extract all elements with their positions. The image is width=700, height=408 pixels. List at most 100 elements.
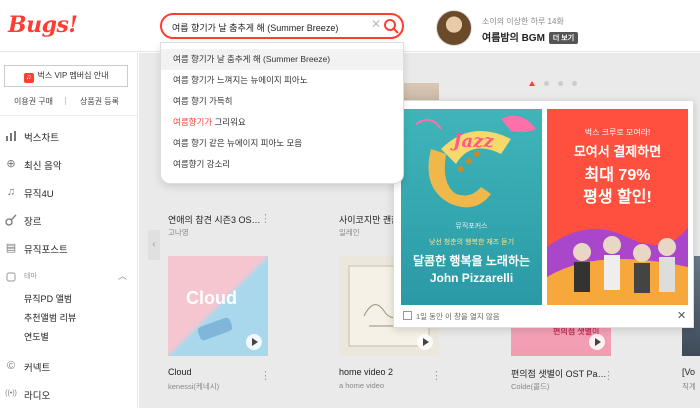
jazz-line3: John Pizzarelli bbox=[429, 271, 514, 285]
album-title[interactable]: [Vo bbox=[682, 367, 700, 377]
sidebar-item-chart[interactable]: 벅스차트 bbox=[0, 127, 137, 147]
search-icon[interactable] bbox=[383, 18, 399, 34]
clear-icon[interactable]: ✕ bbox=[371, 17, 381, 31]
suggestion-item[interactable]: 여름 향기가 느껴지는 뉴에이지 피아노 bbox=[161, 70, 403, 91]
theme-label: 테마 bbox=[24, 273, 37, 280]
prev-arrow-button[interactable]: ‹ bbox=[148, 230, 160, 260]
album-art[interactable]: Cloud bbox=[168, 256, 268, 356]
music-note-icon: ♫ bbox=[6, 186, 16, 198]
buy-pass-link[interactable]: 이용권 구매 bbox=[14, 96, 53, 107]
sidebar-item-label: 벅스차트 bbox=[24, 133, 59, 144]
sidebar-item-connect[interactable]: © 커넥트 bbox=[0, 357, 137, 377]
search-suggestions: 여름 향기가 날 춤추게 해 (Summer Breeze) 여름 향기가 느껴지… bbox=[160, 42, 404, 184]
sidebar-item-label: 라디오 bbox=[24, 391, 51, 402]
play-button[interactable] bbox=[246, 334, 262, 350]
album-title[interactable]: home video 2 bbox=[339, 367, 439, 377]
more-badge[interactable]: 더 보기 bbox=[548, 32, 579, 44]
saxophone-illustration bbox=[415, 115, 536, 208]
sidebar: ♫ 벅스 VIP 멤버십 안내 이용권 구매 상품권 등록 벅스차트 ⊕ 최신 음… bbox=[0, 53, 138, 408]
suggestion-item[interactable]: 여름 향기가 날 춤추게 해 (Summer Breeze) bbox=[161, 49, 403, 70]
suggestion-text: 여름향기 강소리 bbox=[173, 159, 231, 169]
jazz-promo-banner[interactable]: Jazz 뮤직포커스 낮선 청춘의 행복한 재즈 듣기 달콤한 행복을 노래하는… bbox=[401, 109, 542, 305]
sidebar-item-album-review[interactable]: 추천앨범 리뷰 bbox=[24, 311, 76, 324]
suggestion-text: 여름 향기 같은 뉴에이지 피아노 모음 bbox=[173, 138, 303, 148]
album-artist[interactable]: 고나영 bbox=[168, 227, 268, 238]
suggestion-item[interactable]: 여름 향기 같은 뉴에이지 피아노 모음 bbox=[161, 133, 403, 154]
sidebar-item-genre[interactable]: 장르 bbox=[0, 211, 137, 231]
play-button[interactable] bbox=[589, 334, 605, 350]
vip-line0: 벅스 크루로 모여라! bbox=[584, 128, 651, 137]
album-artist[interactable]: a home video bbox=[339, 381, 439, 390]
dont-show-today[interactable]: 1일 동안 이 창을 열지 않음 bbox=[403, 311, 500, 322]
suggestion-text: 여름 향기 가득히 bbox=[173, 96, 233, 106]
album-art-shape bbox=[196, 316, 234, 342]
carousel-dot[interactable] bbox=[544, 81, 549, 86]
album-title[interactable]: 연애의 참견 시즌3 OS… bbox=[168, 213, 268, 226]
more-options-icon[interactable]: ⋮ bbox=[431, 371, 442, 382]
sidebar-item-by-year[interactable]: 연도별 bbox=[24, 330, 49, 343]
avatar[interactable] bbox=[436, 10, 472, 46]
dont-show-label: 1일 동안 이 창을 열지 않음 bbox=[416, 312, 500, 321]
play-button[interactable] bbox=[417, 334, 433, 350]
plus-circle-icon: ⊕ bbox=[6, 158, 16, 170]
sidebar-item-music-post[interactable]: ▤ 뮤직포스트 bbox=[0, 239, 137, 259]
sidebar-item-label: 장르 bbox=[24, 217, 42, 228]
sidebar-item-label: 뮤직포스트 bbox=[24, 245, 68, 256]
playlist-subtitle: 소이의 이상한 하루 14화 bbox=[482, 17, 564, 26]
vip-line2: 최대 79% bbox=[584, 167, 651, 184]
vip-icon: ♫ bbox=[23, 73, 34, 83]
vip-promo-banner[interactable]: 벅스 크루로 모여라! 모여서 결제하면 최대 79% 평생 할인! bbox=[547, 109, 688, 305]
guitar-icon bbox=[5, 214, 17, 226]
sidebar-theme-section[interactable]: 테마 ︿ bbox=[0, 268, 137, 288]
sidebar-item-label: 최신 음악 bbox=[24, 161, 62, 172]
close-icon[interactable]: ✕ bbox=[677, 309, 686, 322]
sidebar-item-radio[interactable]: ((•)) 라디오 bbox=[0, 385, 137, 405]
jazz-line2: 달콤한 행복을 노래하는 bbox=[412, 254, 531, 268]
album-artist[interactable]: Colde(콜드) bbox=[511, 381, 611, 392]
more-options-icon[interactable]: ⋮ bbox=[260, 214, 271, 225]
suggestion-item[interactable]: 여름향기가 그리워요 bbox=[161, 112, 403, 133]
bugs-logo[interactable]: Bugs! bbox=[8, 12, 78, 38]
playlist-title[interactable]: 여름밤의 BGM 더 보기 bbox=[482, 29, 579, 44]
suggestion-text: 여름 향기가 날 춤추게 해 (Summer Breeze) bbox=[173, 54, 331, 64]
bar-chart-icon bbox=[5, 130, 17, 142]
carousel-dot[interactable] bbox=[558, 81, 563, 86]
sidebar-item-musicpd-album[interactable]: 뮤직PD 앨범 bbox=[24, 292, 72, 305]
connect-icon: © bbox=[6, 360, 16, 372]
album-artist[interactable]: 직계 bbox=[682, 381, 700, 392]
sidebar-item-label: 커넥트 bbox=[24, 363, 51, 374]
dont-show-checkbox[interactable] bbox=[403, 311, 412, 320]
sidebar-item-label: 뮤직4U bbox=[24, 189, 54, 200]
promo-popup: Jazz 뮤직포커스 낮선 청춘의 행복한 재즈 듣기 달콤한 행복을 노래하는… bbox=[393, 100, 694, 328]
more-options-icon[interactable]: ⋮ bbox=[260, 371, 271, 382]
suggestion-item[interactable]: 여름 향기 가득히 bbox=[161, 91, 403, 112]
theme-icon bbox=[5, 271, 17, 283]
more-options-icon[interactable]: ⋮ bbox=[603, 371, 614, 382]
sidebar-item-new-music[interactable]: ⊕ 최신 음악 bbox=[0, 155, 137, 175]
suggestion-text: 그리워요 bbox=[212, 117, 246, 127]
search-input[interactable] bbox=[172, 19, 368, 35]
vip-button-label: 벅스 VIP 멤버십 안내 bbox=[37, 71, 109, 80]
playlist-title-text[interactable]: 여름밤의 BGM bbox=[482, 33, 545, 44]
radio-icon: ((•)) bbox=[5, 390, 17, 397]
album-artist[interactable]: kenessi(케네시) bbox=[168, 381, 268, 392]
chevron-up-icon[interactable]: ︿ bbox=[118, 269, 127, 282]
jazz-small-label: 뮤직포커스 bbox=[455, 223, 488, 230]
suggestion-text: 여름 향기가 느껴지는 뉴에이지 피아노 bbox=[173, 75, 308, 85]
search-box[interactable]: ✕ bbox=[160, 13, 404, 39]
link-separator bbox=[65, 97, 66, 105]
album-title[interactable]: Cloud bbox=[168, 367, 268, 377]
vip-membership-button[interactable]: ♫ 벅스 VIP 멤버십 안내 bbox=[4, 65, 128, 87]
vip-line1: 모여서 결제하면 bbox=[573, 144, 662, 159]
sidebar-item-music4u[interactable]: ♫ 뮤직4U bbox=[0, 183, 137, 203]
suggestion-highlight: 여름향기가 bbox=[173, 117, 213, 127]
carousel-dot[interactable] bbox=[572, 81, 577, 86]
album-art-text: Cloud bbox=[186, 288, 237, 308]
suggestion-item[interactable]: 여름향기 강소리 bbox=[161, 154, 403, 175]
jazz-word: Jazz bbox=[453, 131, 494, 152]
document-icon: ▤ bbox=[5, 242, 17, 254]
gift-card-link[interactable]: 상품권 등록 bbox=[80, 96, 119, 107]
album-title[interactable]: 편의점 샛별이 OST Pa… bbox=[511, 367, 611, 380]
carousel-dot[interactable] bbox=[529, 81, 535, 86]
jazz-line1: 낮선 청춘의 행복한 재즈 듣기 bbox=[428, 239, 515, 246]
